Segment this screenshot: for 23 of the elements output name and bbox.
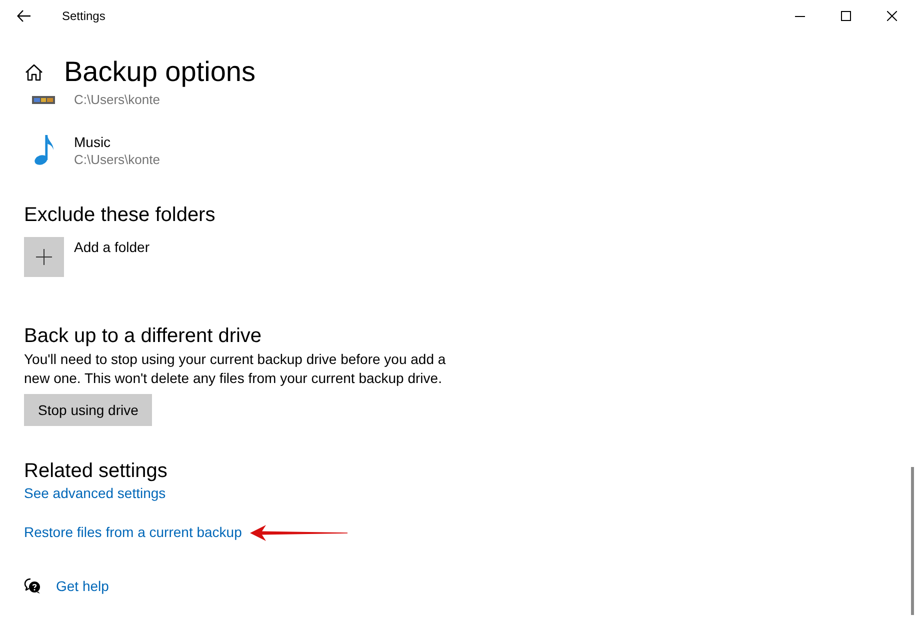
scrollbar-thumb[interactable] (911, 467, 914, 615)
back-arrow-icon (17, 10, 31, 22)
music-note-icon (34, 135, 54, 165)
section-description: You'll need to stop using your current backup drive before you add a new one. This won't delete any files from your current backup drive. (24, 350, 447, 388)
add-folder-button[interactable]: Add a folder (24, 237, 150, 277)
plus-icon (24, 237, 64, 277)
settings-link[interactable]: See advanced settings (24, 484, 166, 502)
maximize-icon (841, 11, 851, 21)
filmstrip-icon (32, 96, 55, 104)
folder-path: C:\Users\konte (74, 152, 160, 168)
window-title: Settings (62, 8, 106, 24)
settings-link[interactable]: Restore files from a current backup (24, 523, 242, 541)
section-heading: Exclude these folders (24, 203, 216, 228)
get-help-link[interactable]: Get help (56, 577, 109, 595)
close-icon (887, 11, 897, 21)
folder-name: Music (74, 133, 111, 152)
section-heading: Related settings (24, 459, 168, 484)
folder-path: C:\Users\konte (74, 92, 160, 108)
help-icon (24, 578, 41, 594)
section-heading: Back up to a different drive (24, 324, 262, 349)
stop-using-drive-button[interactable]: Stop using drive (24, 394, 152, 426)
page-title: Backup options (64, 55, 256, 89)
home-icon[interactable] (25, 64, 43, 80)
